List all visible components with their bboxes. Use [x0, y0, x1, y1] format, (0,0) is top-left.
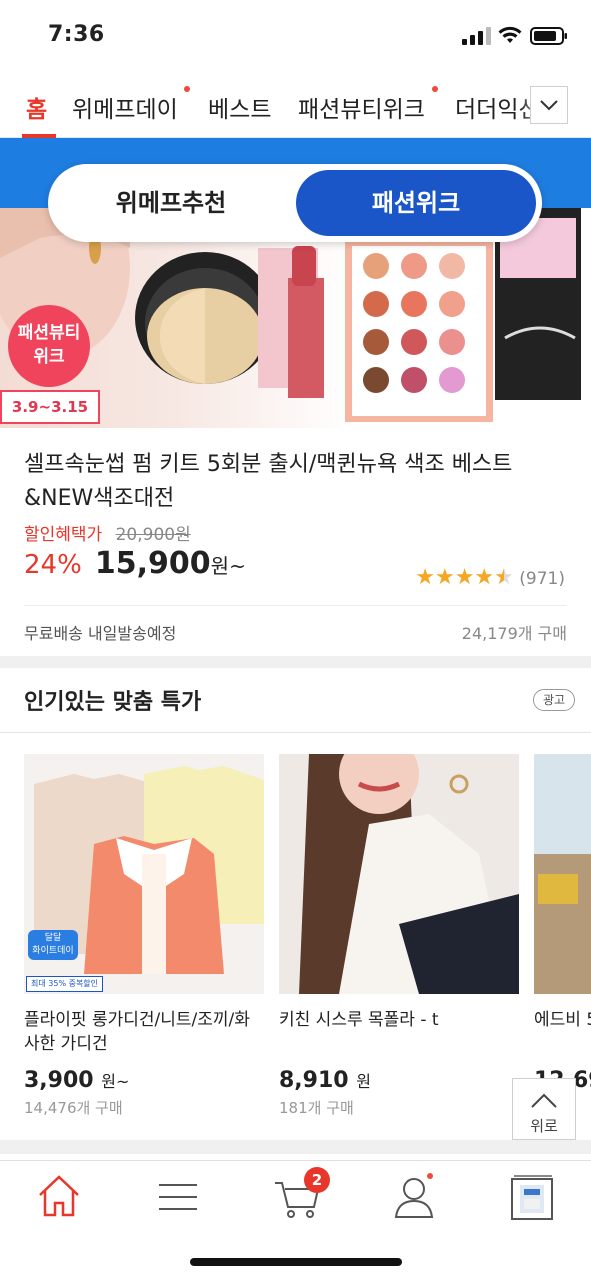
product-card[interactable]: 에드비 5 12,69 [534, 754, 591, 1093]
product-title[interactable]: 셀프속눈썹 펌 키트 5회분 출시/맥퀸뉴욕 색조 베스트 &NEW색조대전 [24, 448, 564, 516]
tab-home[interactable]: 홈 [26, 90, 47, 124]
product-card[interactable]: 키친 시스루 목폴라 - t 8,910 원 181개 구매 [279, 754, 519, 1118]
discount-label: 할인혜택가 [24, 525, 103, 545]
nav-menu-button[interactable] [153, 1171, 203, 1221]
product-image [279, 754, 519, 994]
nav-home-button[interactable] [34, 1171, 84, 1221]
product-name: 플라이핏 롱가디건/니트/조끼/화사한 가디건 [24, 1010, 250, 1054]
home-indicator [190, 1258, 402, 1266]
tab-wemakeday[interactable]: 위메프데이 [72, 90, 178, 124]
nav-recent-button[interactable] [508, 1171, 558, 1221]
rating: ★★★★★ (971) [415, 565, 565, 590]
discount-percent: 24% [24, 550, 82, 580]
coupon-image-tag: 최대 35% 중복할인 [26, 976, 104, 992]
product-name: 키친 시스루 목폴라 - t [279, 1010, 439, 1030]
cart-count-badge: 2 [304, 1167, 330, 1193]
rating-count: (971) [519, 569, 565, 589]
price-row: 24% 15,900원~ [24, 546, 246, 581]
event-date-tag: 3.9~3.15 [0, 390, 100, 424]
new-dot [184, 86, 190, 92]
cellular-signal-icon [462, 27, 491, 45]
ad-badge[interactable]: 광고 [533, 689, 575, 711]
product-carousel[interactable]: 달달화이트데이 최대 35% 중복할인 플라이핏 롱가디건/니트/조끼/화사한 … [0, 754, 591, 1134]
sale-price: 15,900 [94, 546, 211, 581]
category-tab-bar: 홈 위메프데이 베스트 패션뷰티위크 더더익선 [0, 72, 591, 138]
discount-row: 할인혜택가 20,900원 [24, 520, 191, 545]
star-rating-icon: ★★★★★ [415, 565, 514, 590]
status-time: 7:36 [48, 22, 105, 47]
product-sold: 14,476개 구매 [24, 1099, 123, 1117]
more-categories-button[interactable] [530, 86, 568, 124]
badge-line-2: 위크 [33, 347, 65, 367]
shipping-row: 무료배송 내일발송예정 24,179개 구매 [24, 605, 567, 657]
recommend-toggle[interactable]: 위메프추천 패션위크 [48, 164, 542, 242]
product-price: 3,900 원~ [24, 1068, 264, 1093]
status-bar: 7:36 [0, 0, 591, 70]
tab-best[interactable]: 베스트 [208, 90, 271, 124]
fashion-beauty-week-badge: 패션뷰티 위크 [8, 305, 90, 387]
scroll-to-top-label: 위로 [530, 1117, 558, 1135]
shipping-info: 무료배송 내일발송예정 [24, 624, 177, 643]
product-card[interactable]: 달달화이트데이 최대 35% 중복할인 플라이핏 롱가디건/니트/조끼/화사한 … [24, 754, 264, 1118]
scroll-to-top-button[interactable]: 위로 [512, 1078, 576, 1140]
nav-my-page-button[interactable] [389, 1171, 439, 1221]
product-sold: 181개 구매 [279, 1099, 354, 1117]
product-price-value: 8,910 [279, 1068, 349, 1093]
recent-item-icon [511, 1175, 553, 1220]
section-divider [0, 1140, 591, 1154]
product-image: 달달화이트데이 최대 35% 중복할인 [24, 754, 264, 994]
battery-icon [530, 27, 567, 45]
price-unit: 원~ [210, 554, 246, 578]
promo-image-badge: 달달화이트데이 [28, 930, 78, 960]
wifi-icon [498, 26, 522, 43]
promo-badge-line-1: 달달 [44, 933, 62, 943]
product-price: 8,910 원 [279, 1068, 519, 1093]
toggle-fashion-week[interactable]: 패션위크 [296, 170, 536, 236]
home-icon [39, 1175, 79, 1217]
nav-cart-button[interactable]: 2 [272, 1167, 330, 1221]
new-dot [427, 1173, 433, 1179]
chevron-down-icon [540, 100, 558, 111]
badge-line-1: 패션뷰티 [17, 323, 81, 343]
product-price-value: 3,900 [24, 1068, 94, 1093]
sold-count: 24,179개 구매 [461, 624, 567, 643]
section-divider [0, 656, 591, 668]
product-price-unit: 원~ [101, 1072, 130, 1091]
product-image [534, 754, 591, 994]
new-dot [432, 86, 438, 92]
menu-icon [159, 1184, 197, 1210]
product-name: 에드비 5 [534, 1010, 591, 1030]
product-price-unit: 원 [356, 1072, 371, 1091]
tab-fashion-beauty-week[interactable]: 패션뷰티위크 [298, 90, 425, 124]
section-line [0, 732, 591, 733]
chevron-up-icon [531, 1093, 557, 1108]
promo-badge-line-2: 화이트데이 [32, 946, 74, 956]
original-price: 20,900원 [115, 525, 191, 545]
toggle-wemakeprice-recommend[interactable]: 위메프추천 [48, 164, 294, 242]
section-title: 인기있는 맞춤 특가 [24, 690, 202, 715]
